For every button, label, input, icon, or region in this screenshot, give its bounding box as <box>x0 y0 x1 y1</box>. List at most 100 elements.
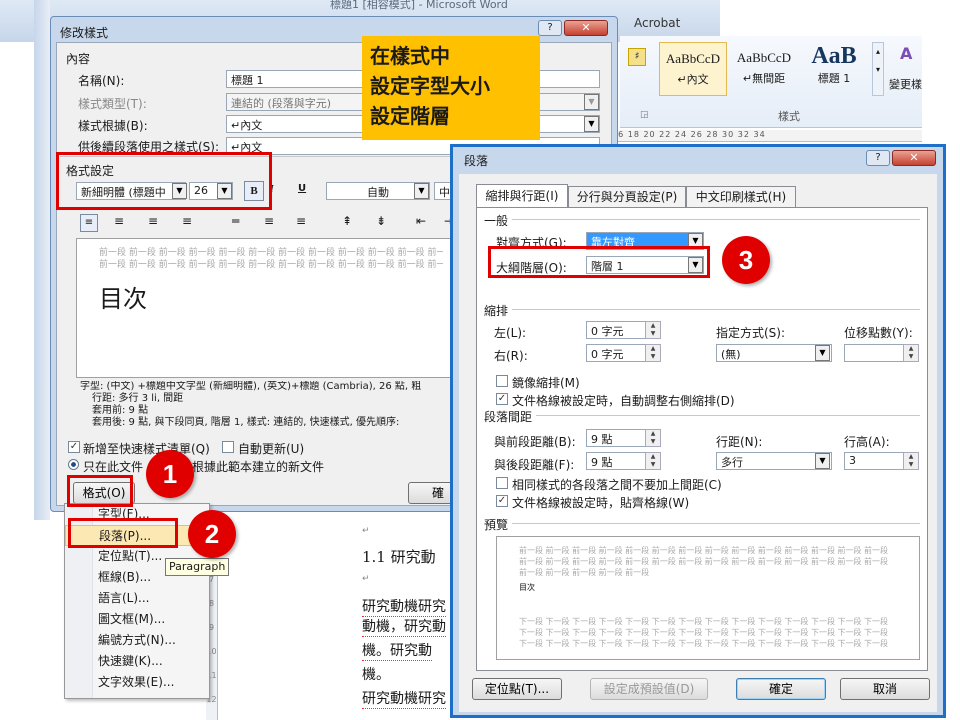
by-input[interactable] <box>844 344 906 362</box>
doc-line: 研究動機研究 <box>362 596 446 617</box>
general-heading: 一般 <box>484 214 509 228</box>
highlight-paragraph-item <box>68 518 178 548</box>
snap-grid-label: 文件格線被設定時，貼齊格線(W) <box>512 496 690 510</box>
left-indent-input[interactable]: 0 字元 <box>586 321 648 339</box>
special-label: 指定方式(S): <box>716 326 786 340</box>
double-spacing-icon[interactable]: ≡ <box>296 214 306 228</box>
menu-item-language[interactable]: 語言(L)... <box>65 588 205 609</box>
properties-heading: 內容 <box>66 52 91 66</box>
space-before-icon[interactable]: ⇞ <box>342 214 352 228</box>
style-type-dropdown-icon[interactable]: ▼ <box>584 94 599 110</box>
new-documents-label: 根據此範本建立的新文件 <box>192 460 325 474</box>
only-document-radio[interactable] <box>68 459 79 470</box>
align-left-icon[interactable]: ≡ <box>80 214 98 232</box>
at-spinner[interactable]: ▲ ▼ <box>903 452 919 470</box>
change-styles-label[interactable]: 變更樣 <box>889 76 922 92</box>
ruler: 16 18 20 22 24 26 28 30 32 34 <box>612 130 922 142</box>
mirror-indents-checkbox[interactable] <box>496 375 508 387</box>
style-gallery-normal[interactable]: AaBbCcD ↵內文 <box>659 42 727 96</box>
tab-asian-typography[interactable]: 中文印刷樣式(H) <box>686 186 796 208</box>
description-line: 行距: 多行 3 li, 間距 <box>92 393 184 404</box>
by-spinner[interactable]: ▲ ▼ <box>903 344 919 362</box>
auto-update-label: 自動更新(U) <box>238 442 305 456</box>
space-after-icon[interactable]: ⇟ <box>376 214 386 228</box>
single-spacing-icon[interactable]: ═ <box>232 214 239 228</box>
doc-line: 機。 <box>362 667 390 683</box>
snap-grid-checkbox[interactable]: ✓ <box>496 495 508 507</box>
preview-next-para: 下一段 下一段 下一段 下一段 下一段 下一段 下一段 下一段 下一段 下一段 … <box>519 617 889 626</box>
at-input[interactable]: 3 <box>844 452 906 470</box>
para-help-icon[interactable]: ? <box>866 150 890 166</box>
callout-line: 設定字型大小 <box>370 74 490 98</box>
based-on-label: 樣式根據(B): <box>78 119 148 133</box>
paragraph-ok-button[interactable]: 確定 <box>736 678 826 700</box>
style-description: 字型: (中文) +標題中文字型 (新細明體), (英文)+標題 (Cambri… <box>80 381 466 429</box>
close-icon[interactable]: ✕ <box>564 20 608 36</box>
general-separator <box>512 219 920 220</box>
space-before-spinner[interactable]: ▲ ▼ <box>645 429 661 447</box>
one-half-spacing-icon[interactable]: ≡ <box>264 214 274 228</box>
space-before-input[interactable]: 9 點 <box>586 429 648 447</box>
para-close-icon[interactable]: ✕ <box>892 150 936 166</box>
auto-right-indent-checkbox[interactable]: ✓ <box>496 393 508 405</box>
paragraph-cancel-button[interactable]: 取消 <box>840 678 930 700</box>
step-badge-3: 3 <box>722 236 770 284</box>
set-default-button[interactable]: 設定成預設值(D) <box>590 678 708 700</box>
space-after-label: 與後段距離(F): <box>494 458 575 472</box>
name-label: 名稱(N): <box>78 74 125 88</box>
acrobat-tab[interactable]: Acrobat <box>634 16 680 30</box>
based-on-dropdown-icon[interactable]: ▼ <box>584 116 599 132</box>
add-quick-style-label: 新增至快速樣式清單(Q) <box>83 442 210 456</box>
doc-line: 動機，研究動 <box>362 616 446 637</box>
styles-group-label: 樣式 <box>778 110 800 123</box>
add-quick-style-checkbox[interactable]: ✓ <box>68 441 80 453</box>
space-after-spinner[interactable]: ▲ ▼ <box>645 452 661 470</box>
no-space-checkbox[interactable] <box>496 477 508 489</box>
left-indent-spinner[interactable]: ▲ ▼ <box>645 321 661 339</box>
font-color-dropdown-icon[interactable]: ▼ <box>414 183 429 199</box>
tab-line-page-breaks[interactable]: 分行與分頁設定(P) <box>568 186 686 208</box>
menu-item-frame[interactable]: 圖文框(M)... <box>65 609 205 630</box>
preview-prev-para: 前一段 前一段 前一段 前一段 前一段 <box>519 568 650 577</box>
help-icon[interactable]: ? <box>538 20 562 36</box>
align-right-icon[interactable]: ≡ <box>148 214 158 228</box>
style-gallery-heading1[interactable]: AaB 標題 1 <box>800 42 868 96</box>
align-center-icon[interactable]: ≡ <box>114 214 124 228</box>
doc-line: 機。研究動 <box>362 640 432 661</box>
auto-update-checkbox[interactable] <box>222 441 234 453</box>
style-name-heading1: 標題 1 <box>817 72 851 85</box>
tab-indents-spacing[interactable]: 縮排與行距(I) <box>476 184 568 208</box>
doc-line: 研究動機研究 <box>362 688 446 709</box>
underline-button[interactable]: U <box>298 183 306 194</box>
ribbon-launcher-icon[interactable]: ◲ <box>640 110 649 120</box>
step-badge-2: 2 <box>188 510 236 558</box>
style-name-nospacing: ↵無間距 <box>742 72 786 85</box>
right-indent-input[interactable]: 0 字元 <box>586 344 648 362</box>
preview-prev-para: 前一段 前一段 前一段 前一段 前一段 前一段 前一段 前一段 前一段 前一段 … <box>99 260 443 270</box>
highlight-format-button <box>67 475 133 507</box>
justify-icon[interactable]: ≡ <box>182 214 192 228</box>
format-painter-icon[interactable]: ♯ <box>628 48 646 66</box>
type-label: 樣式類型(T): <box>78 97 147 111</box>
highlight-formatting <box>56 152 272 210</box>
step-badge-1: 1 <box>146 450 194 498</box>
style-preview-box: 前一段 前一段 前一段 前一段 前一段 前一段 前一段 前一段 前一段 前一段 … <box>76 238 466 378</box>
menu-item-text-effects[interactable]: 文字效果(E)... <box>65 672 205 693</box>
menu-item-shortcut[interactable]: 快速鍵(K)... <box>65 651 205 672</box>
decrease-indent-icon[interactable]: ⇤ <box>416 214 426 228</box>
style-gallery-nospacing[interactable]: AaBbCcD ↵無間距 <box>730 42 798 96</box>
preview-main-text: 目次 <box>519 583 535 592</box>
line-spacing-dropdown-icon[interactable]: ▼ <box>815 453 830 469</box>
right-indent-spinner[interactable]: ▲ ▼ <box>645 344 661 362</box>
tabs-button[interactable]: 定位點(T)... <box>472 678 562 700</box>
modify-dialog-title: 修改樣式 <box>60 26 109 40</box>
change-styles-icon[interactable]: A <box>900 44 912 63</box>
indent-separator <box>512 309 920 310</box>
menu-item-numbering[interactable]: 編號方式(N)... <box>65 630 205 651</box>
gallery-scroll[interactable]: ▴ ▾ <box>872 42 884 96</box>
paragraph-dialog-title: 段落 <box>464 154 489 168</box>
window-left-edge <box>34 0 50 520</box>
special-dropdown-icon[interactable]: ▼ <box>815 345 830 361</box>
space-after-input[interactable]: 9 點 <box>586 452 648 470</box>
mirror-indents-label: 鏡像縮排(M) <box>512 376 580 390</box>
